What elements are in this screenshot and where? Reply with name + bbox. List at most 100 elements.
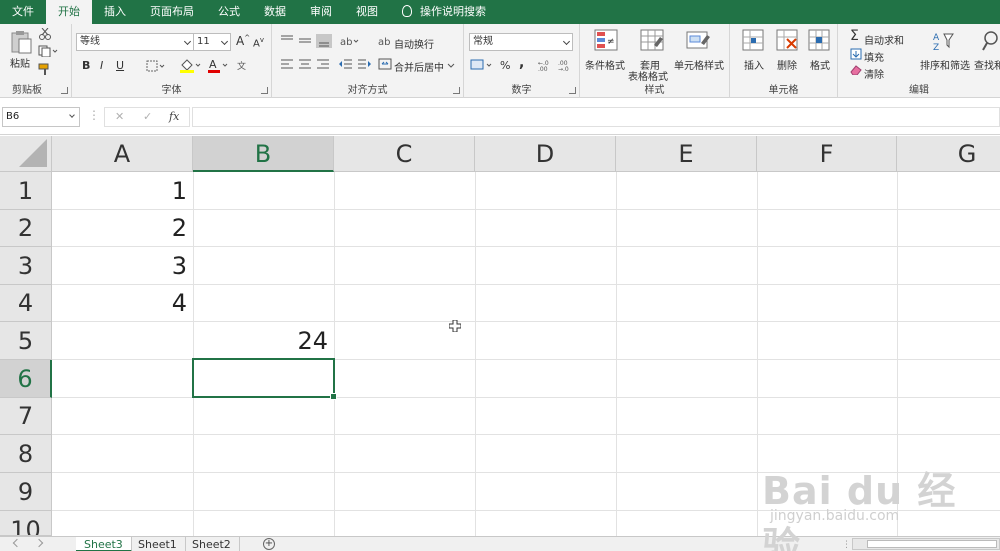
name-box[interactable]: B6 [2,107,80,127]
enter-icon[interactable]: ✓ [143,110,152,123]
cell-a3[interactable]: 3 [52,247,193,285]
cell-a4[interactable]: 4 [52,285,193,322]
add-sheet-button[interactable]: + [263,538,275,550]
next-sheet-icon[interactable] [34,538,44,548]
borders-icon[interactable] [146,60,166,72]
tab-review[interactable]: 审阅 [298,0,344,24]
italic-button[interactable]: I [100,59,103,72]
chevron-down-icon[interactable] [447,63,455,69]
chevron-down-icon [69,112,75,118]
prev-sheet-icon[interactable] [12,538,22,548]
row-header-6[interactable]: 6 [0,360,52,398]
column-header-c[interactable]: C [334,136,475,172]
row-header-4[interactable]: 4 [0,285,52,322]
insert-function-icon[interactable]: fx [169,110,179,123]
delete-cells-button[interactable]: 删除 [777,57,797,72]
gridline [475,172,476,536]
font-size-select[interactable]: 11 [193,33,231,51]
number-format-select[interactable]: 常规 [469,33,573,51]
percent-style-button[interactable]: % [500,59,510,72]
sheet-tab-sheet2[interactable]: Sheet2 [184,537,240,551]
row-header-5[interactable]: 5 [0,322,52,360]
font-color-icon[interactable]: A [207,57,229,73]
fill-button[interactable]: 填充 [864,49,884,64]
wrap-text-button[interactable]: 自动换行 [394,36,434,51]
chevron-down-icon [562,37,571,46]
gridline [757,172,758,536]
column-header-f[interactable]: F [757,136,897,172]
shrink-font-label: A [253,38,260,50]
tab-view[interactable]: 视图 [344,0,390,24]
svg-text:.00: .00 [538,66,548,72]
formula-input[interactable] [192,107,1000,127]
row-header-1[interactable]: 1 [0,172,52,210]
format-painter-icon[interactable] [38,63,52,75]
copy-icon[interactable] [38,45,58,57]
phonetic-icon[interactable]: 文 [237,59,253,71]
select-all-button[interactable] [0,136,52,172]
cell-styles-button[interactable]: 单元格样式 [674,57,724,72]
column-header-g[interactable]: G [897,136,1000,172]
cut-icon[interactable] [38,28,52,40]
horizontal-align-icons[interactable] [280,58,332,70]
font-name-select[interactable]: 等线 [76,33,194,51]
row-header-9[interactable]: 9 [0,473,52,511]
bold-button[interactable]: B [82,59,90,72]
tab-insert[interactable]: 插入 [92,0,138,24]
insert-cells-button[interactable]: 插入 [744,57,764,72]
cell-b5[interactable]: 24 [193,322,334,360]
selected-cell-b6[interactable] [192,358,337,400]
grow-font-button[interactable]: A^ [236,34,250,48]
merge-center-button[interactable]: 合并后居中 [394,59,444,74]
cell-a2[interactable]: 2 [52,210,193,247]
tab-home[interactable]: 开始 [46,0,92,24]
column-header-e[interactable]: E [616,136,757,172]
indent-icons[interactable] [338,58,372,70]
watermark: Bai du 经验 jingyan.baidu.com [762,460,992,551]
shrink-font-button[interactable]: Av [253,36,264,49]
format-cells-button[interactable]: 格式 [810,57,830,72]
tab-formulas[interactable]: 公式 [206,0,252,24]
svg-text:ab: ab [340,37,352,48]
formula-buttons: ✕ ✓ fx [104,107,190,127]
tab-page-layout[interactable]: 页面布局 [138,0,206,24]
tab-file[interactable]: 文件 [0,0,46,24]
clear-button[interactable]: 清除 [864,66,884,81]
cancel-icon[interactable]: ✕ [115,110,124,123]
row-header-3[interactable]: 3 [0,247,52,285]
sheet-tab-sheet1[interactable]: Sheet1 [130,537,186,551]
tab-data[interactable]: 数据 [252,0,298,24]
alignment-launcher-icon[interactable] [453,87,460,94]
group-label-font: 字体 [161,85,182,96]
row-header-7[interactable]: 7 [0,398,52,435]
column-header-b[interactable]: B [193,136,334,172]
lightbulb-icon [402,5,412,17]
paste-button[interactable]: 粘贴 [10,55,30,70]
svg-text:A: A [933,33,940,43]
format-cells-icon [808,29,830,51]
fill-color-icon[interactable] [179,57,201,73]
clipboard-launcher-icon[interactable] [61,87,68,94]
formula-bar: B6 ⋮ ✕ ✓ fx [0,99,1000,135]
sort-filter-button[interactable]: 排序和筛选 [920,57,970,72]
cell-a1[interactable]: 1 [52,172,193,210]
decimal-icons[interactable]: ←.0.00.00→.0 [538,58,576,72]
autosum-button[interactable]: 自动求和 [864,32,904,47]
vertical-align-icons[interactable] [280,34,336,48]
formula-bar-grip: ⋮ [88,108,101,122]
underline-button[interactable]: U [116,59,124,72]
find-select-button[interactable]: 查找和 [974,57,1000,72]
row-header-10[interactable]: 10 [0,511,52,536]
tell-me-search[interactable]: 操作说明搜索 [390,0,498,24]
column-header-a[interactable]: A [52,136,193,172]
row-header-2[interactable]: 2 [0,210,52,247]
conditional-formatting-button[interactable]: 条件格式 [585,57,625,72]
number-launcher-icon[interactable] [569,87,576,94]
comma-style-button[interactable]: , [519,55,524,71]
sheet-tab-sheet3[interactable]: Sheet3 [76,537,132,551]
column-header-d[interactable]: D [475,136,616,172]
orientation-icon[interactable]: ab [340,34,362,48]
accounting-format-icon[interactable] [470,58,496,72]
font-launcher-icon[interactable] [261,87,268,94]
row-header-8[interactable]: 8 [0,435,52,473]
